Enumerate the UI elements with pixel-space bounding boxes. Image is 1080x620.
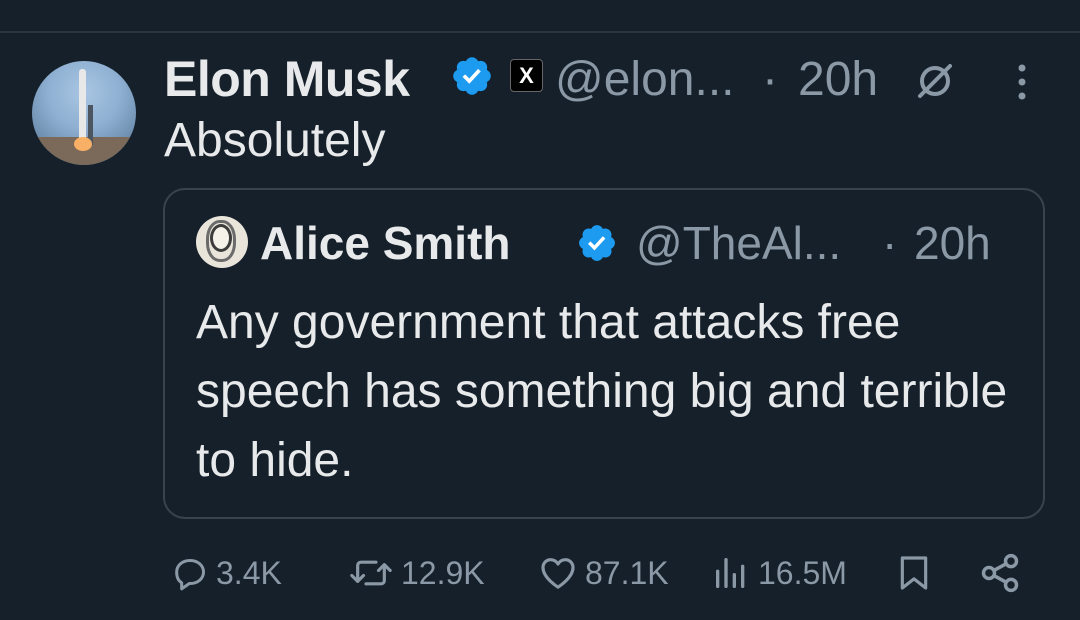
repost-count: 12.9K <box>401 554 485 591</box>
heart-icon <box>541 558 575 589</box>
views-button[interactable]: 16.5M <box>710 548 847 598</box>
separator-dot: · <box>762 53 778 106</box>
bookmark-button[interactable] <box>894 548 934 598</box>
edited-icon[interactable] <box>912 58 958 104</box>
share-button[interactable] <box>978 548 1022 598</box>
reply-button[interactable]: 3.4K <box>170 548 282 598</box>
like-count: 87.1K <box>585 554 669 591</box>
views-count: 16.5M <box>758 554 847 591</box>
more-options-icon[interactable] <box>1013 62 1031 102</box>
top-divider <box>0 31 1080 33</box>
author-handle[interactable]: @elon... <box>555 52 734 107</box>
avatar-face <box>210 224 232 252</box>
repost-button[interactable]: 12.9K <box>347 548 485 598</box>
quoted-separator-dot: · <box>882 217 898 269</box>
tweet-timestamp[interactable]: 20h <box>798 52 878 107</box>
repost-icon <box>350 560 392 586</box>
reply-count: 3.4K <box>216 554 282 591</box>
quoted-author-handle[interactable]: @TheAl... <box>636 216 841 270</box>
like-button[interactable]: 87.1K <box>537 548 669 598</box>
quoted-author-name[interactable]: Alice Smith <box>260 216 511 270</box>
bookmark-icon <box>900 556 928 590</box>
reply-icon <box>175 559 205 591</box>
quoted-author-avatar[interactable] <box>196 216 248 268</box>
quoted-verified-badge-icon <box>579 225 615 261</box>
quoted-tweet-text: Any government that attacks free speech … <box>196 296 1008 487</box>
views-chart-icon <box>716 558 745 588</box>
avatar-rocket <box>79 69 86 139</box>
share-icon <box>981 553 1019 593</box>
author-avatar[interactable] <box>32 61 136 165</box>
verified-badge-icon <box>453 57 491 95</box>
avatar-flame <box>74 137 92 151</box>
quoted-timestamp[interactable]: 20h <box>914 216 991 270</box>
tweet-text: Absolutely <box>164 114 386 167</box>
affiliate-x-badge: X <box>510 59 543 92</box>
author-name[interactable]: Elon Musk <box>164 50 410 108</box>
